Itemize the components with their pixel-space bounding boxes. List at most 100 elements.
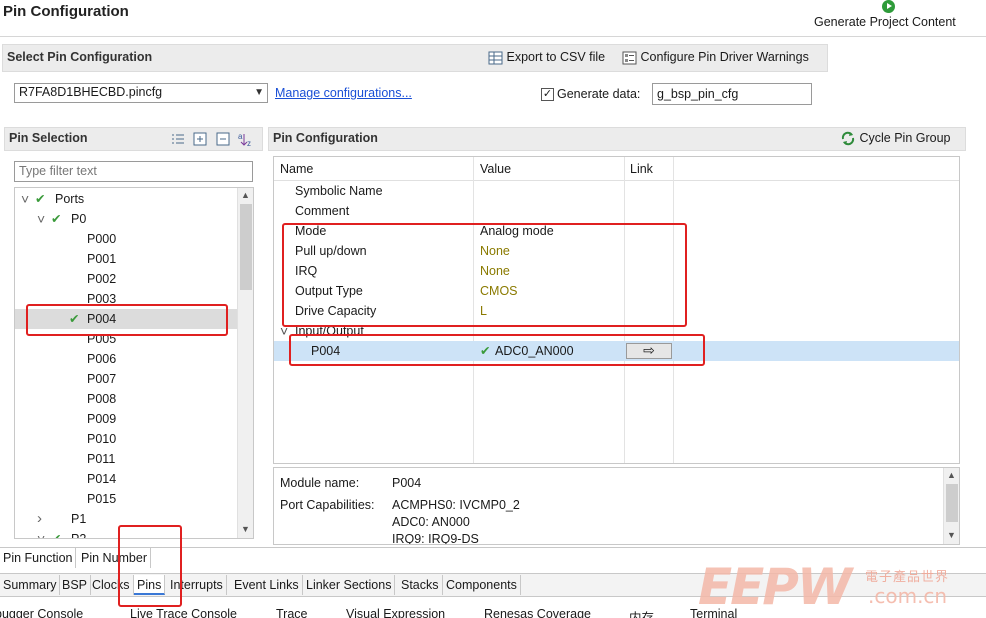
tree-item-label: P010 [87, 432, 117, 446]
column-header-link[interactable]: Link [630, 159, 653, 179]
pin-selection-title: Pin Selection [9, 131, 88, 145]
tree-item-label: Ports [55, 192, 85, 206]
column-header-value[interactable]: Value [480, 159, 511, 179]
tree-scrollbar[interactable]: ▲ ▼ [237, 188, 253, 538]
tree-item-label: P008 [87, 392, 117, 406]
tree-item-label: P2 [71, 532, 87, 539]
scroll-up-icon[interactable]: ▲ [947, 470, 956, 480]
module-name-label: Module name: [280, 476, 360, 490]
export-csv-button[interactable]: Export to CSV file [488, 50, 605, 65]
tree-item[interactable]: P007 [15, 369, 237, 389]
console-tab[interactable]: Visual Expression [346, 607, 445, 618]
tree-item-label: P015 [87, 492, 117, 506]
chevron-down-icon[interactable]: ˅ [21, 189, 29, 209]
annotation-box-tree [26, 304, 228, 336]
tree-item[interactable]: P011 [15, 449, 237, 469]
generate-data-checkbox[interactable]: ✓ [541, 88, 554, 101]
tree-item[interactable]: P008 [15, 389, 237, 409]
editor-tab[interactable]: Event Links [231, 575, 303, 595]
header-divider [0, 36, 986, 37]
tree-item-label: P009 [87, 412, 117, 426]
property-name: Comment [295, 204, 350, 218]
export-csv-label: Export to CSV file [506, 50, 606, 64]
capability-item: IRQ9: IRQ9-DS [392, 532, 479, 545]
generate-project-content-button[interactable]: Generate Project Content [810, 0, 970, 34]
chevron-down-icon[interactable]: ˅ [37, 529, 45, 538]
scroll-down-icon[interactable]: ▼ [947, 530, 956, 540]
tree-item-label: P000 [87, 232, 117, 246]
column-header-name[interactable]: Name [280, 159, 313, 179]
console-tab[interactable]: Renesas Coverage [484, 607, 591, 618]
check-icon: ✔ [35, 192, 46, 206]
chevron-right-icon[interactable]: › [37, 509, 42, 529]
filter-input[interactable]: Type filter text [14, 161, 253, 182]
watermark-domain: .com.cn [868, 584, 948, 608]
list-view-icon[interactable] [171, 132, 187, 146]
console-tab[interactable]: Live Trace Console [130, 607, 237, 618]
spreadsheet-icon [488, 51, 503, 65]
tree-item[interactable]: P015 [15, 489, 237, 509]
play-icon [882, 0, 895, 13]
scroll-thumb[interactable] [240, 204, 252, 290]
watermark-logo: EEPW [698, 558, 852, 616]
tab-pin-function[interactable]: Pin Function [0, 548, 77, 568]
tree-item-label: P011 [87, 452, 116, 466]
scroll-down-icon[interactable]: ▼ [241, 524, 250, 534]
page-title: Pin Configuration [3, 3, 129, 20]
generate-data-input[interactable]: g_bsp_pin_cfg [652, 83, 812, 105]
tree-item[interactable]: P000 [15, 229, 237, 249]
editor-tab[interactable]: BSP [59, 575, 92, 595]
configure-warnings-button[interactable]: Configure Pin Driver Warnings [622, 50, 809, 65]
editor-tab[interactable]: Summary [0, 575, 61, 595]
property-name: Symbolic Name [295, 184, 383, 198]
scroll-up-icon[interactable]: ▲ [241, 190, 250, 200]
tree-item-label: P0 [71, 212, 87, 226]
tree-item[interactable]: P002 [15, 269, 237, 289]
tree-item[interactable]: P014 [15, 469, 237, 489]
pin-config-title: Pin Configuration [273, 131, 378, 145]
generate-label: Generate Project Content [814, 15, 956, 29]
configure-warnings-label: Configure Pin Driver Warnings [640, 50, 809, 64]
console-tab[interactable]: bugger Console [0, 607, 83, 618]
check-icon: ✔ [51, 212, 62, 226]
manage-configurations-link[interactable]: Manage configurations... [275, 86, 412, 100]
collapse-all-icon[interactable] [216, 132, 232, 146]
console-tab[interactable]: 内存 [629, 607, 654, 618]
expand-all-icon[interactable] [193, 132, 209, 146]
property-row[interactable] [274, 201, 959, 221]
info-scrollbar[interactable]: ▲ ▼ [943, 468, 959, 544]
tree-item[interactable]: P010 [15, 429, 237, 449]
tree-item[interactable]: ˅ ✔ P0 [15, 209, 237, 229]
tree-item-label: P002 [87, 272, 117, 286]
svg-text:a: a [238, 132, 243, 141]
annotation-box-io [289, 334, 705, 366]
annotation-box-settings [282, 223, 687, 327]
editor-tab[interactable]: Linker Sections [303, 575, 396, 595]
svg-text:z: z [247, 139, 251, 147]
tree-item-label: P007 [87, 372, 117, 386]
tree-item-label: P1 [71, 512, 87, 526]
port-capabilities-label: Port Capabilities: [280, 498, 375, 512]
editor-tab[interactable]: Stacks [398, 575, 443, 595]
config-file-value: R7FA8D1BHECBD.pincfg [19, 85, 163, 99]
sort-az-icon[interactable]: az [238, 131, 256, 148]
cycle-pin-group-button[interactable]: Cycle Pin Group [840, 131, 951, 146]
check-icon: ✔ [51, 532, 62, 539]
capability-item: ACMPHS0: IVCMP0_2 [392, 498, 520, 512]
capability-item: ADC0: AN000 [392, 515, 470, 529]
watermark-cn: 電子產品世界 [865, 570, 950, 585]
tree-item[interactable]: P006 [15, 349, 237, 369]
tree-item[interactable]: P009 [15, 409, 237, 429]
tree-item[interactable]: P001 [15, 249, 237, 269]
tree-item[interactable]: ˅ ✔ Ports [15, 189, 237, 209]
scroll-thumb[interactable] [946, 484, 958, 522]
module-info-panel: Module name: P004 Port Capabilities: ACM… [273, 467, 960, 545]
pin-tree: ˅ ✔ Ports ˅ ✔ P0 P000 P001 P002 P003 ✔ P004 P005 P006… [14, 187, 254, 539]
editor-tab[interactable]: Components [443, 575, 521, 595]
filter-placeholder: Type filter text [19, 164, 97, 178]
tree-item-label: P001 [87, 252, 117, 266]
chevron-down-icon[interactable]: ˅ [37, 209, 45, 229]
tree-item-label: P006 [87, 352, 117, 366]
config-file-select[interactable]: R7FA8D1BHECBD.pincfg ▼ [14, 83, 268, 103]
console-tab[interactable]: Trace [276, 607, 308, 618]
